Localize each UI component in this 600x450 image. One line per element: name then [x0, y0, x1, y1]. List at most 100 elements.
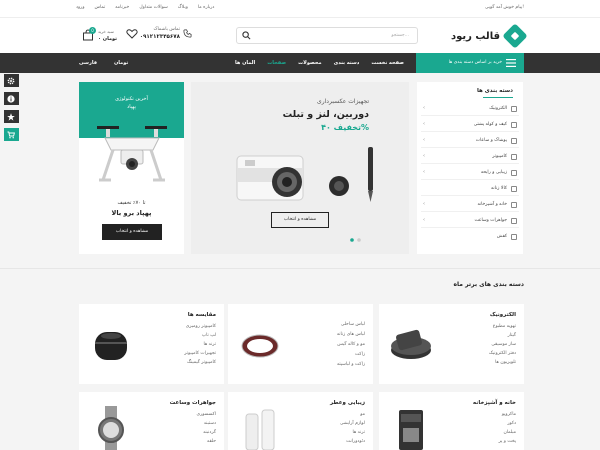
settings-float-button[interactable]: [4, 74, 19, 87]
promo-banner[interactable]: آخرین تکنولوژی پهپاد تا ۷۰٪ تخفیف پهپاد …: [79, 82, 184, 254]
card-link[interactable]: دفتر الکترونیک: [489, 351, 516, 356]
card-link[interactable]: گیتار: [508, 333, 516, 338]
welcome-message: پیام خوش آمد گویی!: [485, 5, 524, 10]
category-card-computers[interactable]: مقایسه ها کامپیوتر رومیزی لپ تاپ ترند ها…: [79, 304, 224, 384]
nav-item-home[interactable]: صفحه نخست: [371, 60, 404, 66]
top-link-login[interactable]: ورود: [76, 5, 85, 10]
card-link[interactable]: مبلمان: [503, 430, 516, 435]
category-label: زیبایی و رایحه: [480, 170, 507, 175]
top-bar: درباره ما وبلاگ سوالات متداول خبرنامه تم…: [0, 0, 600, 17]
category-card-accessories[interactable]: لباس ساحلی لباس های زنانه مو و کاله گیس …: [228, 304, 373, 384]
top-link-about[interactable]: درباره ما: [198, 5, 215, 10]
top-link-contact[interactable]: تماس: [95, 5, 106, 10]
bracelet-image: [241, 334, 279, 358]
category-label: کامپیوتر: [492, 154, 507, 159]
language-select[interactable]: فارسی: [79, 60, 97, 66]
nav-item-elements[interactable]: المان ها: [235, 60, 255, 66]
phone-contact[interactable]: تماس باشماک ۰۹۱۲۱۲۳۴۵۶۷۸: [136, 26, 192, 46]
info-float-button[interactable]: [4, 92, 19, 105]
category-card-electronics[interactable]: الکترونیک تهویه مطبوع گیتار ساز موسیقی د…: [379, 304, 524, 384]
logo[interactable]: قالب ریود: [432, 23, 528, 49]
card-link[interactable]: ساز موسیقی: [491, 342, 516, 347]
card-link[interactable]: ماکروپو: [502, 412, 516, 417]
category-menu-button[interactable]: خرید بر اساس دسته بندی ها: [416, 53, 524, 73]
slider-cta-button[interactable]: مشاهده و انتخاب: [271, 212, 329, 228]
category-item-clothing[interactable]: پوشاک و ساعات ‹: [421, 134, 519, 148]
favorites-float-button[interactable]: [4, 110, 19, 123]
logo-icon: [502, 23, 528, 49]
card-link[interactable]: مو: [360, 412, 365, 417]
category-item-women[interactable]: کالا زنانه: [421, 182, 519, 196]
card-link[interactable]: لوازم آرایشی: [340, 421, 365, 426]
category-card-jewelry-watches[interactable]: جواهرات وساعت اکسسوری دستبند گردنبند حلق…: [79, 392, 224, 450]
currency-select[interactable]: تومان: [114, 60, 128, 66]
banner-offer: تا ۷۰٪ تخفیف: [117, 200, 146, 206]
card-link[interactable]: لباس ساحلی: [341, 322, 365, 327]
card-link[interactable]: حلقه: [207, 439, 216, 444]
category-item-electronics[interactable]: الکترونیک ‹: [421, 102, 519, 116]
category-item-home[interactable]: خانه و آشپزخانه ‹: [421, 198, 519, 212]
card-link[interactable]: گردنبند: [203, 430, 216, 435]
category-sidebar: دسته بندی ها الکترونیک ‹ کیف و کوله پشتی ‹…: [417, 82, 523, 254]
banner-cta-button[interactable]: مشاهده و انتخاب: [102, 224, 162, 240]
card-title: خانه و آشپزخانه: [472, 400, 516, 406]
search-icon[interactable]: [242, 31, 251, 40]
cart-amount: ۰ تومان: [98, 36, 118, 42]
card-link[interactable]: لپ تاپ: [202, 333, 216, 338]
category-card-beauty[interactable]: زیبایی وعطر مو لوازم آرایشی ترند ها دئود…: [228, 392, 373, 450]
home-icon: [511, 202, 517, 208]
card-link[interactable]: تلویزیون ها: [495, 360, 516, 365]
top-link-faq[interactable]: سوالات متداول: [139, 5, 167, 10]
card-link[interactable]: مو و کاله گیس: [337, 342, 365, 347]
card-link[interactable]: دکور: [507, 421, 516, 426]
chevron-left-icon: ‹: [423, 169, 425, 175]
card-link[interactable]: پخت و پز: [499, 439, 516, 444]
card-link[interactable]: دئودورانت: [346, 439, 365, 444]
category-item-computer[interactable]: کامپیوتر ‹: [421, 150, 519, 164]
card-title: مقایسه ها: [187, 312, 216, 318]
drone-product-image: [97, 126, 167, 182]
card-link[interactable]: ترند ها: [203, 342, 216, 347]
card-link[interactable]: زاکت و لباسپته: [337, 362, 365, 367]
nav-item-categories[interactable]: دسته بندی: [334, 60, 360, 66]
phone-number: ۰۹۱۲۱۲۳۴۵۶۷۸: [139, 34, 180, 40]
slider-subtitle: تجهیزات عکسبرداری: [317, 98, 369, 105]
card-link[interactable]: اکسسوری: [197, 412, 216, 417]
cart-count-badge: 0: [89, 27, 96, 34]
dress-icon: [511, 186, 517, 192]
watch-icon: [511, 218, 517, 224]
cart-float-button[interactable]: [4, 128, 19, 141]
gear-icon: [7, 77, 15, 84]
card-link[interactable]: لباس های زنانه: [337, 332, 365, 337]
card-link[interactable]: زاکت: [355, 352, 365, 357]
category-item-beauty[interactable]: زیبایی و رایحه ‹: [421, 166, 519, 180]
search-input[interactable]: جستجو...: [236, 27, 418, 44]
top-link-blog[interactable]: وبلاگ: [178, 5, 188, 10]
category-label: پوشاک و ساعات: [475, 138, 507, 143]
nav-item-pages[interactable]: صفحات: [267, 60, 286, 66]
card-link[interactable]: ترند ها: [352, 430, 365, 435]
card-link[interactable]: کامپیوتر رومیزی: [186, 324, 216, 329]
chevron-left-icon: ‹: [423, 121, 425, 127]
category-item-shoes[interactable]: کفش: [421, 230, 519, 244]
card-link[interactable]: کامپیوتر گیمینگ: [187, 360, 216, 365]
category-label: کفش: [496, 234, 507, 239]
category-card-home-kitchen[interactable]: خانه و آشپزخانه ماکروپو دکور مبلمان پخت …: [379, 392, 524, 450]
banner-title: آخرین تکنولوژی: [115, 96, 148, 102]
slider-discount: تخفیف ۴۰%: [321, 123, 369, 132]
banner-subtitle: پهپاد: [127, 104, 136, 110]
hero-slider[interactable]: تجهیزات عکسبرداری دوربین، لنز و تبلت تخف…: [191, 82, 409, 254]
earbuds-case-image: [95, 332, 127, 360]
slider-pagination[interactable]: [349, 238, 363, 242]
top-links: درباره ما وبلاگ سوالات متداول خبرنامه تم…: [76, 5, 214, 10]
card-link[interactable]: تهویه مطبوع: [493, 324, 516, 329]
nav-item-products[interactable]: محصولات: [298, 60, 322, 66]
category-item-jewelry[interactable]: جواهرات وساعت ‹: [421, 214, 519, 228]
card-link[interactable]: دستبند: [204, 421, 216, 426]
top-link-newsletter[interactable]: خبرنامه: [115, 5, 129, 10]
category-label: کالا زنانه: [491, 186, 507, 191]
cart-button[interactable]: 0 سبد خرید ۰ تومان: [82, 27, 128, 47]
category-item-bags[interactable]: کیف و کوله پشتی ‹: [421, 118, 519, 132]
card-link[interactable]: تجهیزات کامپیوتر: [184, 351, 216, 356]
search-placeholder: جستجو...: [391, 33, 409, 38]
